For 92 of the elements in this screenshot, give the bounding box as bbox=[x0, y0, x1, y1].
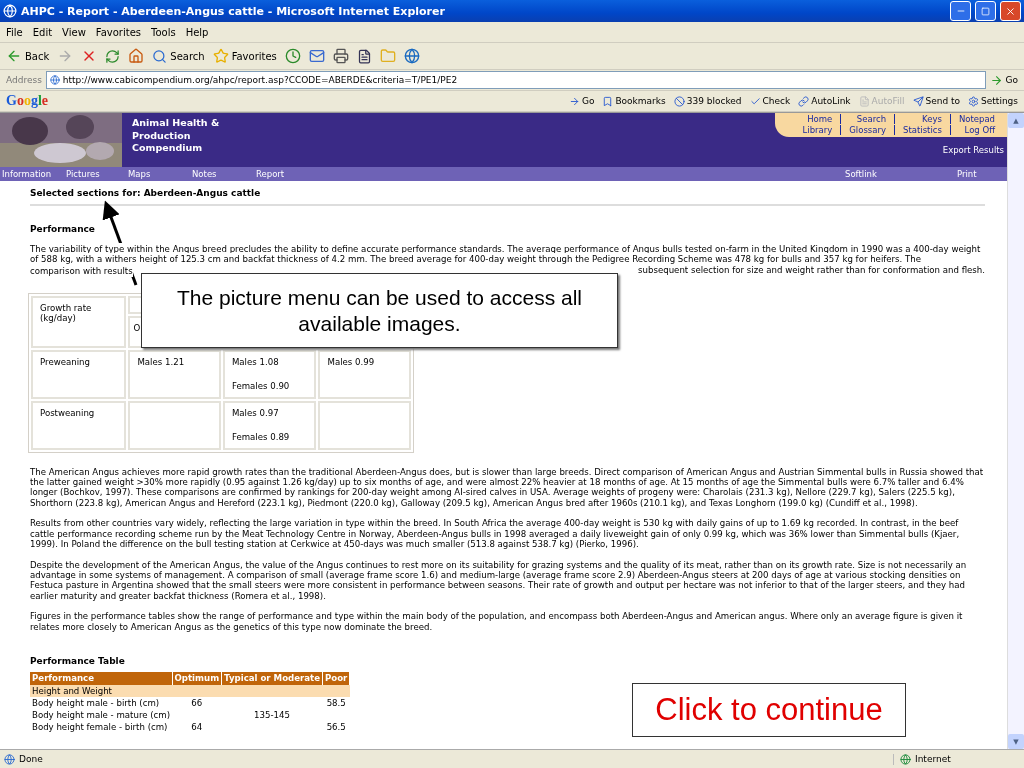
site-link[interactable]: Glossary bbox=[840, 125, 894, 135]
maximize-button[interactable] bbox=[975, 1, 996, 21]
table-cell: Growth rate (kg/day) bbox=[31, 296, 127, 349]
column-header: Typical or Moderate bbox=[221, 672, 323, 685]
page-heading: Selected sections for: Aberdeen-Angus cattle bbox=[30, 188, 261, 198]
google-toolbar-button[interactable]: AutoLink bbox=[798, 95, 851, 107]
site-link[interactable]: Statistics bbox=[894, 125, 950, 135]
favorites-button[interactable]: Favorites bbox=[212, 48, 277, 64]
google-toolbar-button[interactable]: Bookmarks bbox=[602, 95, 666, 107]
cell-text: Males 0.99 bbox=[327, 357, 376, 368]
close-button[interactable] bbox=[1000, 1, 1021, 21]
toolbar-icon bbox=[968, 95, 980, 107]
paragraph: subsequent selection for size and weight rather than for conformation and flesh. bbox=[638, 264, 985, 277]
mail-icon[interactable] bbox=[308, 48, 325, 64]
cell-text: Males 1.08 bbox=[231, 357, 280, 368]
site-link[interactable]: Keys bbox=[894, 114, 950, 124]
paragraph: Results from other countries vary widely, reflecting the large variation in type within the breed. In South Africa the average 400-day weight is 530 kg with daily gains of up to 1.69 kg recorded. In contrast, in the beef cattle performance recording scheme run by the Meat Technology Centre in Norway, Aberdeen-Angus bulls in 1998 averaged a daily liveweight gain of only 0.99 kg, which was 36% lower than Simmental bulls (Kjaer, 1999). In Poland the difference on the bull testing station at Cerkwice at 450-days was much smaller (513.8 against 538.7 kg) (Pierko, 1996). bbox=[30, 518, 961, 550]
search-icon bbox=[152, 48, 168, 64]
history-icon[interactable] bbox=[284, 48, 301, 64]
section-title: Performance bbox=[30, 224, 96, 235]
google-toolbar-button[interactable]: Go bbox=[568, 95, 595, 107]
menu-item[interactable]: View bbox=[62, 26, 86, 38]
column-header: Optimum bbox=[172, 672, 222, 685]
refresh-icon[interactable] bbox=[105, 48, 121, 64]
toolbar-icon bbox=[858, 95, 870, 107]
nav-link[interactable]: Report bbox=[254, 169, 318, 179]
cell-text: Males 0.97 bbox=[231, 407, 280, 419]
google-toolbar-button[interactable]: Check bbox=[749, 95, 791, 107]
menu-item[interactable]: Tools bbox=[151, 26, 176, 38]
menu-item[interactable]: File bbox=[6, 26, 23, 38]
cell-text: Males 1.21 bbox=[137, 357, 186, 368]
address-field[interactable]: http://www.cabicompendium.org/ahpc/report.asp?CCODE=ABERDE&criteria=T/PE1/PE2 bbox=[45, 71, 986, 89]
document-icon[interactable] bbox=[356, 48, 372, 64]
google-logo: Google bbox=[6, 93, 48, 109]
menu-item[interactable]: Favorites bbox=[95, 26, 141, 38]
cell-text: Females 0.90 bbox=[231, 381, 291, 392]
nav-link[interactable]: Maps bbox=[126, 169, 190, 179]
toolbar-icon bbox=[568, 95, 580, 107]
site-link[interactable]: Search bbox=[840, 114, 894, 124]
home-icon[interactable] bbox=[128, 48, 145, 64]
nav-link[interactable]: Print bbox=[955, 169, 1007, 179]
star-icon bbox=[212, 48, 229, 64]
arrow-icon bbox=[989, 73, 1003, 87]
status-text: Done bbox=[19, 754, 43, 764]
site-link[interactable]: Library bbox=[794, 125, 841, 135]
section-title: Performance Table bbox=[30, 655, 126, 667]
menu-item[interactable]: Edit bbox=[32, 26, 53, 38]
site-link[interactable]: Log Off bbox=[949, 125, 1003, 135]
paragraph: The American Angus achieves more rapid growth rates than the traditional Aberdeen-Angus does, but is slower than large breeds. Direct comparison of American Angus and Austrian Simmental bulls in Russia showed that the latter gained weight >30% more rapidly (0.95 against 1.26 kg/day) up to six months of age, and were almost 22% heavier at 18 months of age. At 15 months of age the Simmental bulls were 6.7% taller and 6.4% longer (Bochkov, 1997). These comparisons are confirmed by rankings for 200-day weight among AI-sired calves in USA. Average weights of progeny were: Charolais (231.3 kg), Nellore (229.7 kg), Salers (225.5 kg), Shorthorn (223.8 kg), American Angus and Hereford (223.1 kg), Piedmont (220.0 kg), Galloway (209.5 kg), American Angus bred after 1960s (210.1 kg), and Texas Longhorn (199.0 kg) (Cundiff et al., 1998). bbox=[30, 466, 985, 509]
minimize-button[interactable] bbox=[950, 1, 971, 21]
nav-link[interactable]: Notes bbox=[190, 169, 254, 179]
nav-link[interactable]: Softlink bbox=[843, 169, 955, 179]
menu-item[interactable]: Help bbox=[185, 26, 209, 38]
google-toolbar-button[interactable]: Settings bbox=[968, 95, 1018, 107]
continue-button[interactable]: Click to continue bbox=[632, 683, 906, 737]
toolbar-icon bbox=[912, 95, 924, 107]
page-icon bbox=[49, 75, 60, 85]
paragraph: Despite the development of the American Angus, the value of the Angus continues to rest more on its suitability for grazing systems and the quality of its meat, rather than on its growth rate. Size is not necessarily an advantage in some systems of management. A comparison of small (average frame score 1.6) and medium-large (average frame score 2.9) Aberdeen-Angus steers at 200 days of age at various stocking densities on Festuca pasture in Argentina showed that the small steers were more consistent in performance between seasons. Their rate of growth and output per hectare was not inferior to that of the larger steers, and they had earlier maturity and greater backfat thickness (Romera et al., 1998). bbox=[30, 559, 968, 602]
export-results-link[interactable]: Export Results bbox=[939, 137, 1007, 155]
cell-text: Females 0.89 bbox=[231, 432, 291, 443]
zone-label: Internet bbox=[915, 754, 951, 764]
window-title: AHPC - Report - Aberdeen-Angus cattle - Microsoft Internet Explorer bbox=[21, 4, 446, 18]
site-link[interactable]: Home bbox=[794, 114, 841, 124]
back-button[interactable]: Back bbox=[6, 48, 50, 64]
print-icon[interactable] bbox=[332, 48, 349, 64]
nav-link[interactable]: Information bbox=[0, 169, 64, 179]
google-toolbar-button[interactable]: Send to bbox=[912, 95, 961, 107]
column-header: Poor bbox=[322, 672, 350, 685]
toolbar-icon bbox=[673, 95, 685, 107]
toolbar-icon bbox=[749, 95, 761, 107]
toolbar-icon bbox=[798, 95, 810, 107]
nav-link[interactable]: Pictures bbox=[64, 169, 126, 179]
table-cell: Preweaning bbox=[31, 350, 127, 399]
globe-icon[interactable] bbox=[403, 48, 420, 64]
close-icon bbox=[1005, 5, 1016, 17]
address-label: Address bbox=[6, 75, 42, 85]
site-title: Compendium bbox=[132, 142, 204, 155]
paragraph: Figures in the performance tables show the range of performance and type within the main body of the population, and encompass both Aberdeen-Angus and American angus. Where only an average figure is given it relates more closely to American Angus as the genetics of this type now dominate the breed. bbox=[30, 611, 964, 632]
page-icon bbox=[4, 753, 15, 765]
table-cell: Postweaning bbox=[31, 400, 127, 450]
site-title: Animal Health & bbox=[132, 117, 220, 130]
column-header: Performance bbox=[30, 672, 173, 685]
maximize-icon bbox=[981, 6, 990, 16]
toolbar-icon bbox=[602, 95, 614, 107]
go-button[interactable]: Go bbox=[989, 73, 1018, 87]
back-icon bbox=[6, 48, 22, 64]
site-link[interactable]: Notepad bbox=[949, 114, 1003, 124]
globe-icon bbox=[900, 753, 911, 765]
search-button[interactable]: Search bbox=[152, 48, 205, 64]
callout-note: The picture menu can be used to access all available images. bbox=[141, 273, 618, 348]
google-toolbar-button[interactable]: 339 blocked bbox=[673, 95, 742, 107]
site-title: Production bbox=[132, 129, 192, 142]
